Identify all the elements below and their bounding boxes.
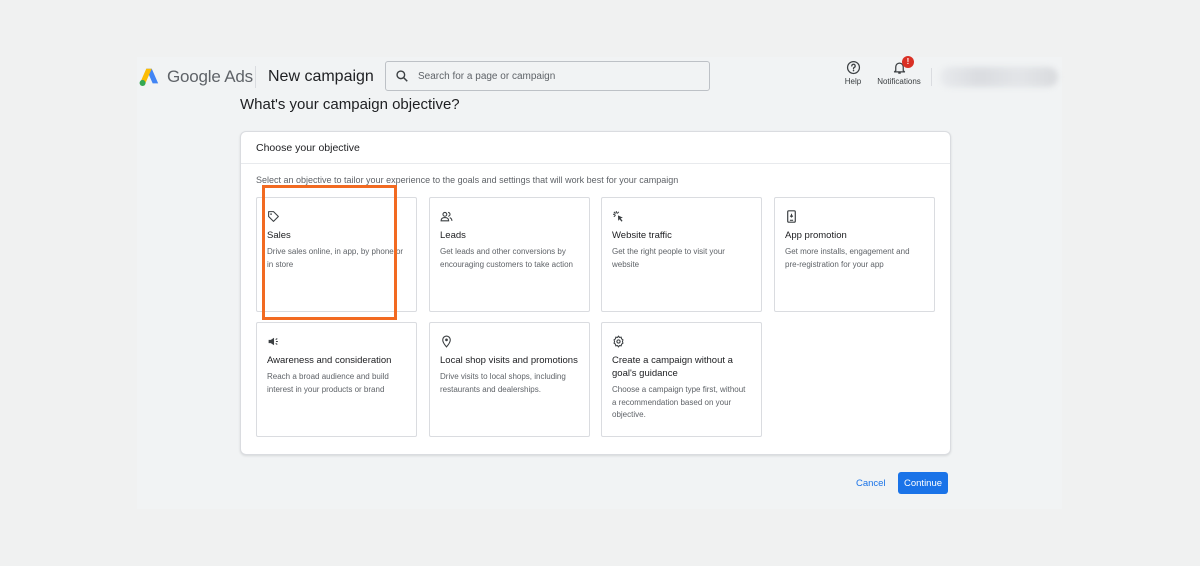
objective-title: Leads [440, 230, 466, 241]
objective-title: Website traffic [612, 230, 672, 241]
help-label: Help [844, 77, 862, 86]
search-box[interactable] [385, 61, 710, 91]
objective-card-sales[interactable]: Sales Drive sales online, in app, by pho… [256, 197, 417, 312]
objective-panel: Choose your objective Select an objectiv… [240, 131, 951, 455]
objective-description: Get more installs, engagement and pre-re… [785, 247, 910, 269]
objective-card-awareness[interactable]: Awareness and consideration Reach a broa… [256, 322, 417, 437]
objective-description: Drive sales online, in app, by phone or … [267, 247, 404, 269]
objective-description: Choose a campaign type first, without a … [612, 385, 746, 419]
objective-title: Sales [267, 230, 291, 241]
help-button[interactable]: Help [842, 60, 864, 86]
click-icon [613, 211, 623, 222]
megaphone-icon [268, 337, 278, 346]
people-icon [440, 211, 453, 222]
location-pin-icon [442, 335, 451, 348]
objective-question-heading: What's your campaign objective? [240, 96, 460, 113]
objective-description: Get leads and other conversions by encou… [440, 247, 573, 269]
objective-card-website-traffic[interactable]: Website traffic Get the right people to … [601, 197, 762, 312]
panel-instruction: Select an objective to tailor your exper… [256, 175, 679, 185]
google-ads-logo-icon [139, 68, 159, 86]
objective-description: Reach a broad audience and build interes… [267, 372, 389, 394]
search-input[interactable] [416, 69, 690, 83]
panel-title: Choose your objective [241, 132, 950, 164]
help-icon [846, 60, 860, 75]
objective-description: Get the right people to visit your websi… [612, 247, 725, 269]
objective-card-app-promotion[interactable]: App promotion Get more installs, engagem… [774, 197, 935, 312]
continue-button[interactable]: Continue [898, 472, 948, 494]
account-info-blurred[interactable] [940, 67, 1058, 87]
cancel-button[interactable]: Cancel [852, 475, 890, 492]
objective-title: App promotion [785, 230, 847, 241]
objective-title: Awareness and consideration [267, 355, 392, 366]
objective-card-local-shop[interactable]: Local shop visits and promotions Drive v… [429, 322, 590, 437]
notifications-label: Notifications [877, 77, 921, 86]
search-icon [396, 70, 408, 82]
notification-badge: ! [902, 56, 914, 68]
objective-description: Drive visits to local shops, including r… [440, 372, 566, 394]
objective-card-no-guidance[interactable]: Create a campaign without a goal's guida… [601, 322, 762, 437]
notifications-button[interactable]: ! Notifications [874, 56, 924, 86]
gear-icon [613, 335, 624, 348]
page-title: New campaign [268, 68, 374, 85]
header-divider [255, 66, 256, 88]
tag-icon [268, 211, 279, 222]
brand-name: Google Ads [167, 67, 253, 86]
header-divider-right [931, 68, 932, 86]
phone-icon [787, 210, 796, 223]
objective-card-leads[interactable]: Leads Get leads and other conversions by… [429, 197, 590, 312]
objective-title: Local shop visits and promotions [440, 355, 578, 366]
objective-title: Create a campaign without a goal's guida… [612, 355, 733, 379]
google-ads-logo[interactable]: Google Ads [138, 66, 253, 88]
